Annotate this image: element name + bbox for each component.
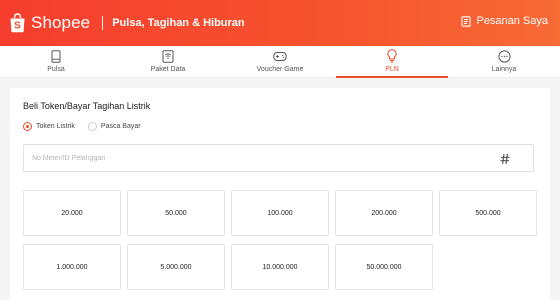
receipt-icon	[461, 15, 471, 27]
radio-indicator	[87, 122, 97, 131]
nominal-option[interactable]: 200.000	[335, 190, 433, 236]
tab-label: Pulsa	[47, 66, 65, 73]
meter-id-field	[23, 144, 534, 172]
hash-icon	[499, 152, 511, 165]
shopee-bag-icon: S	[9, 13, 26, 33]
my-orders-link[interactable]: Pesanan Saya	[461, 15, 548, 27]
nominal-option[interactable]: 500.000	[439, 190, 537, 236]
phone-icon	[51, 49, 61, 63]
tab-label: Lainnya	[491, 66, 517, 73]
nominal-option[interactable]: 20.000	[23, 190, 121, 236]
nominal-option[interactable]: 50.000.000	[335, 244, 433, 290]
nominal-option[interactable]: 100.000	[231, 190, 329, 236]
radio-label: Pasca Bayar	[100, 123, 141, 130]
tab-paket-data[interactable]: Paket Data	[112, 46, 224, 78]
header-divider	[102, 16, 104, 30]
lightbulb-icon	[387, 49, 397, 63]
radio-token-listrik[interactable]: Token Listrik	[23, 122, 75, 131]
pln-form-card: Beli Token/Bayar Tagihan Listrik Token L…	[10, 88, 550, 300]
radio-label: Token Listrik	[36, 123, 75, 130]
tab-lainnya[interactable]: Lainnya	[448, 46, 560, 78]
tab-pulsa[interactable]: Pulsa	[0, 46, 112, 78]
signal-icon	[162, 49, 174, 63]
nominal-option[interactable]: 50.000	[127, 190, 225, 236]
meter-id-input[interactable]	[24, 145, 504, 171]
my-orders-label: Pesanan Saya	[476, 15, 548, 27]
tab-label: Paket Data	[150, 66, 186, 73]
brand-name: Shopee	[31, 13, 91, 32]
nominal-option[interactable]: 10.000.000	[231, 244, 329, 290]
tab-voucher-game[interactable]: Voucher Game	[224, 46, 336, 78]
radio-pasca-bayar[interactable]: Pasca Bayar	[87, 122, 141, 131]
tab-label: PLN	[385, 66, 399, 73]
app-header: S Shopee Pulsa, Tagihan & Hiburan Pesana…	[0, 0, 560, 46]
more-icon	[497, 49, 511, 63]
form-title: Beli Token/Bayar Tagihan Listrik	[23, 101, 151, 111]
tab-pln[interactable]: PLN	[336, 46, 448, 78]
category-tabs: Pulsa Paket Data Voucher Game PLN Lainny…	[0, 46, 560, 78]
shopee-logo[interactable]: S Shopee	[9, 13, 90, 33]
active-tab-indicator	[336, 76, 448, 78]
payment-type-options: Token Listrik Pasca Bayar	[23, 122, 154, 131]
page-subtitle: Pulsa, Tagihan & Hiburan	[112, 17, 245, 29]
nominal-option[interactable]: 5.000.000	[127, 244, 225, 290]
tab-label: Voucher Game	[256, 66, 304, 73]
svg-text:S: S	[14, 21, 21, 32]
gamepad-icon	[273, 49, 287, 63]
radio-indicator	[23, 122, 32, 131]
nominal-option[interactable]: 1.000.000	[23, 244, 121, 290]
